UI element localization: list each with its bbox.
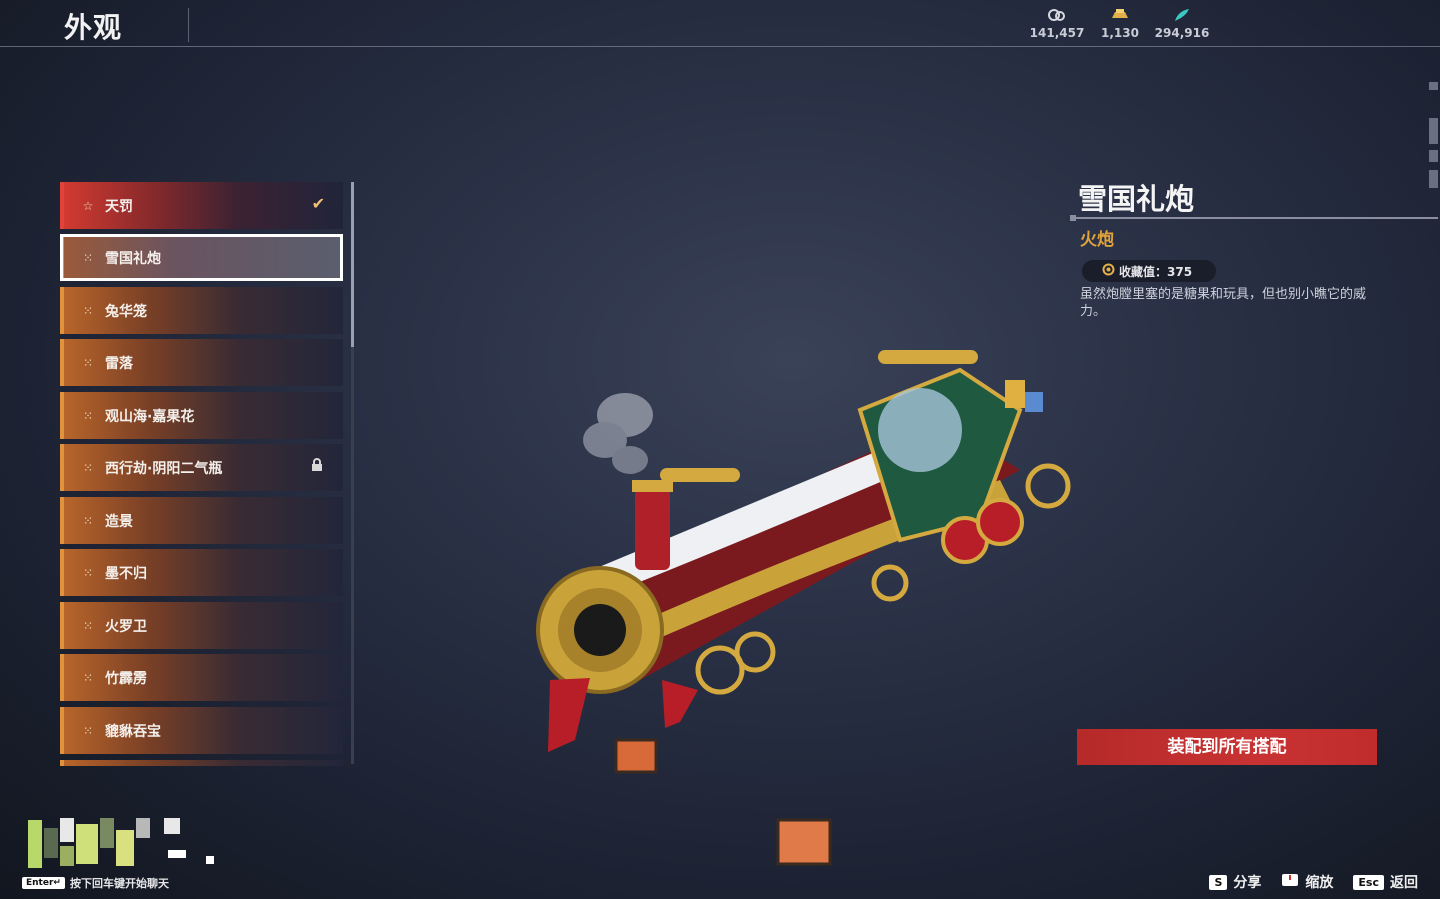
cannon-preview[interactable] (380, 300, 1160, 899)
edge-marker (1429, 118, 1438, 144)
list-item[interactable]: ⁙ 造景 (60, 497, 343, 544)
dots-icon: ⁙ (82, 460, 94, 475)
dots-icon: ⁙ (82, 408, 94, 423)
lock-icon (311, 458, 323, 475)
list-item-label: 貔貅吞宝 (105, 723, 161, 740)
list-item-label: 墨不归 (105, 565, 147, 582)
skin-type: 火炮 (1080, 230, 1114, 250)
collection-value-text: 收藏值：375 (1119, 264, 1193, 279)
share-key-badge: S (1209, 874, 1228, 890)
skin-list: ☆ 天罚 ✔ ⁙ 雪国礼炮 ⁙ 兔华笼 ⁙ 雷落 ⁙ 观山海·嘉果花 ⁙ 西行劫… (60, 182, 356, 766)
zoom-shortcut[interactable]: 缩放 (1281, 872, 1333, 892)
list-item-label: 天罚 (105, 198, 133, 215)
title-divider (188, 8, 189, 42)
currency-gold-value: 1,130 (1101, 26, 1139, 40)
dots-icon: ⁙ (82, 303, 94, 318)
list-item-label: 火罗卫 (105, 618, 147, 635)
cannon-muzzle (536, 566, 664, 694)
currency-coins: 141,457 (1026, 8, 1088, 40)
currency-gold: 1,130 (1089, 8, 1151, 40)
dots-icon: ⁙ (82, 513, 94, 528)
collection-value-badge: 收藏值：375 (1082, 260, 1216, 282)
page-title: 外观 (64, 11, 123, 44)
esc-key-badge: Esc (1353, 874, 1384, 890)
collection-icon (1102, 263, 1115, 280)
list-item-selected[interactable]: ⁙ 雪国礼炮 (60, 234, 343, 281)
skin-name: 雪国礼炮 (1078, 182, 1195, 216)
edge-marker (1429, 82, 1438, 90)
share-shortcut[interactable]: S 分享 (1209, 872, 1261, 892)
currency-jade: 294,916 (1151, 8, 1213, 40)
chat-hint-text: 按下回车键开始聊天 (69, 877, 169, 890)
list-item[interactable]: ⁙ 火罗卫 (60, 602, 343, 649)
top-bar: 外观 141,457 1,130 294,916 (0, 0, 1440, 48)
list-item-partial[interactable] (60, 760, 343, 766)
dots-icon: ⁙ (82, 618, 94, 633)
list-item-label: 造景 (105, 513, 133, 530)
dots-icon: ⁙ (82, 355, 94, 370)
share-label: 分享 (1233, 875, 1262, 891)
equip-all-button[interactable]: 装配到所有搭配 (1077, 729, 1377, 765)
list-item[interactable]: ⁙ 兔华笼 (60, 287, 343, 334)
list-item-label: 雪国礼炮 (105, 250, 161, 267)
list-item-label: 雷落 (105, 355, 133, 372)
chat-mosaic (28, 818, 214, 868)
detail-divider (1070, 215, 1438, 221)
footer-shortcuts: S 分享 缩放 Esc 返回 (1209, 872, 1418, 892)
list-item-locked[interactable]: ⁙ 西行劫·阴阳二气瓶 (60, 444, 343, 491)
list-item[interactable]: ⁙ 貔貅吞宝 (60, 707, 343, 754)
list-item[interactable]: ⁙ 墨不归 (60, 549, 343, 596)
back-label: 返回 (1390, 875, 1418, 891)
list-item[interactable]: ⁙ 雷落 (60, 339, 343, 386)
chat-hint: Enter↵ 按下回车键开始聊天 (22, 875, 169, 891)
list-item-label: 观山海·嘉果花 (105, 408, 195, 425)
currency-coins-value: 141,457 (1029, 26, 1085, 40)
gold-ingot-icon (1089, 8, 1151, 24)
list-item-label: 兔华笼 (105, 303, 147, 320)
dots-icon: ⁙ (82, 250, 94, 265)
checkmark-icon: ✔ (311, 194, 325, 213)
enter-key-badge: Enter↵ (22, 877, 65, 889)
edge-marker (1429, 150, 1438, 162)
dots-icon: ⁙ (82, 723, 94, 738)
list-item-equipped[interactable]: ☆ 天罚 ✔ (60, 182, 343, 229)
currency-jade-value: 294,916 (1154, 26, 1210, 40)
coin-pouch-icon (1026, 8, 1088, 24)
zoom-label: 缩放 (1305, 875, 1334, 891)
dots-icon: ⁙ (82, 670, 94, 685)
jade-feather-icon (1151, 8, 1213, 24)
skin-description: 虽然炮膛里塞的是糖果和玩具，但也别小瞧它的威力。 (1080, 287, 1367, 319)
list-item[interactable]: ⁙ 竹霹雳 (60, 654, 343, 701)
steam-puff (583, 393, 653, 474)
list-item-label: 西行劫·阴阳二气瓶 (105, 460, 223, 477)
top-divider-line (0, 46, 1440, 47)
back-shortcut[interactable]: Esc 返回 (1353, 872, 1418, 892)
edge-marker (1429, 170, 1438, 188)
list-item-label: 竹霹雳 (105, 670, 147, 687)
list-item[interactable]: ⁙ 观山海·嘉果花 (60, 392, 343, 439)
dots-icon: ⁙ (82, 565, 94, 580)
star-icon: ☆ (82, 198, 94, 213)
mouse-icon (1281, 873, 1299, 891)
